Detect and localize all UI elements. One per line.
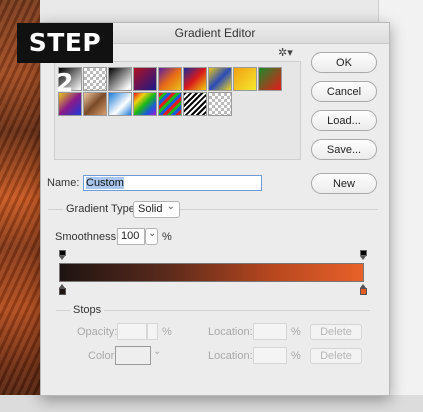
preset-swatch[interactable] [158,67,182,91]
background-strip [0,395,423,412]
opacity-unit: % [162,326,172,338]
color-label: Color: [88,350,118,362]
color-stop-right[interactable] [360,288,367,295]
color-location-input[interactable] [253,347,287,364]
chevron-down-icon: ⌄ [148,228,157,239]
gradient-type-select[interactable]: Solid ⌄ [133,201,180,218]
stops-label: Stops [70,304,105,316]
cancel-button[interactable]: Cancel [311,81,377,102]
preset-swatch[interactable] [233,67,257,91]
smoothness-dropdown[interactable]: ⌄ [145,228,158,245]
preset-swatch[interactable] [183,67,207,91]
preset-swatch[interactable] [208,92,232,116]
opacity-stop-left-pointer [59,256,65,260]
new-button[interactable]: New [311,173,377,194]
preset-swatch[interactable] [258,67,282,91]
preset-swatch[interactable] [133,67,157,91]
opacity-location-label: Location: [208,326,253,338]
load-button[interactable]: Load... [311,110,377,131]
delete-color-stop-button[interactable]: Delete [310,348,362,364]
color-swatch[interactable] [115,346,151,365]
smoothness-input[interactable]: 100 [117,228,145,245]
color-stop-left[interactable] [59,288,66,295]
name-field[interactable]: Custom [83,175,262,191]
preset-swatch[interactable] [133,92,157,116]
gradient-type-value: Solid [138,203,163,215]
preset-swatch[interactable] [158,92,182,116]
name-label: Name: [47,177,80,189]
opacity-input[interactable] [117,323,147,340]
smoothness-label: Smoothness: [55,231,120,243]
opacity-location-unit: % [291,326,301,338]
opacity-stop-right-pointer [360,256,366,260]
gear-icon[interactable]: ✲▾ [278,46,293,59]
preset-swatch[interactable] [108,92,132,116]
opacity-location-input[interactable] [253,323,287,340]
name-value: Custom [86,177,124,189]
color-location-label: Location: [208,350,253,362]
gradient-preview-bar[interactable] [59,263,364,282]
preset-swatch[interactable] [83,92,107,116]
preset-swatch[interactable] [108,67,132,91]
preset-swatch[interactable] [208,67,232,91]
opacity-dropdown[interactable] [147,323,158,340]
gradient-type-label: Gradient Type: [63,203,141,215]
ok-button[interactable]: OK [311,52,377,73]
preset-swatch[interactable] [183,92,207,116]
chevron-down-icon: ⌄ [153,346,162,357]
save-button[interactable]: Save... [311,139,377,160]
step-badge: STEP 2 [17,23,113,97]
smoothness-unit: % [162,231,172,243]
color-location-unit: % [291,350,301,362]
opacity-label: Opacity: [77,326,118,338]
delete-opacity-stop-button[interactable]: Delete [310,324,362,340]
chevron-down-icon: ⌄ [166,201,175,212]
preset-swatch[interactable] [83,67,107,91]
